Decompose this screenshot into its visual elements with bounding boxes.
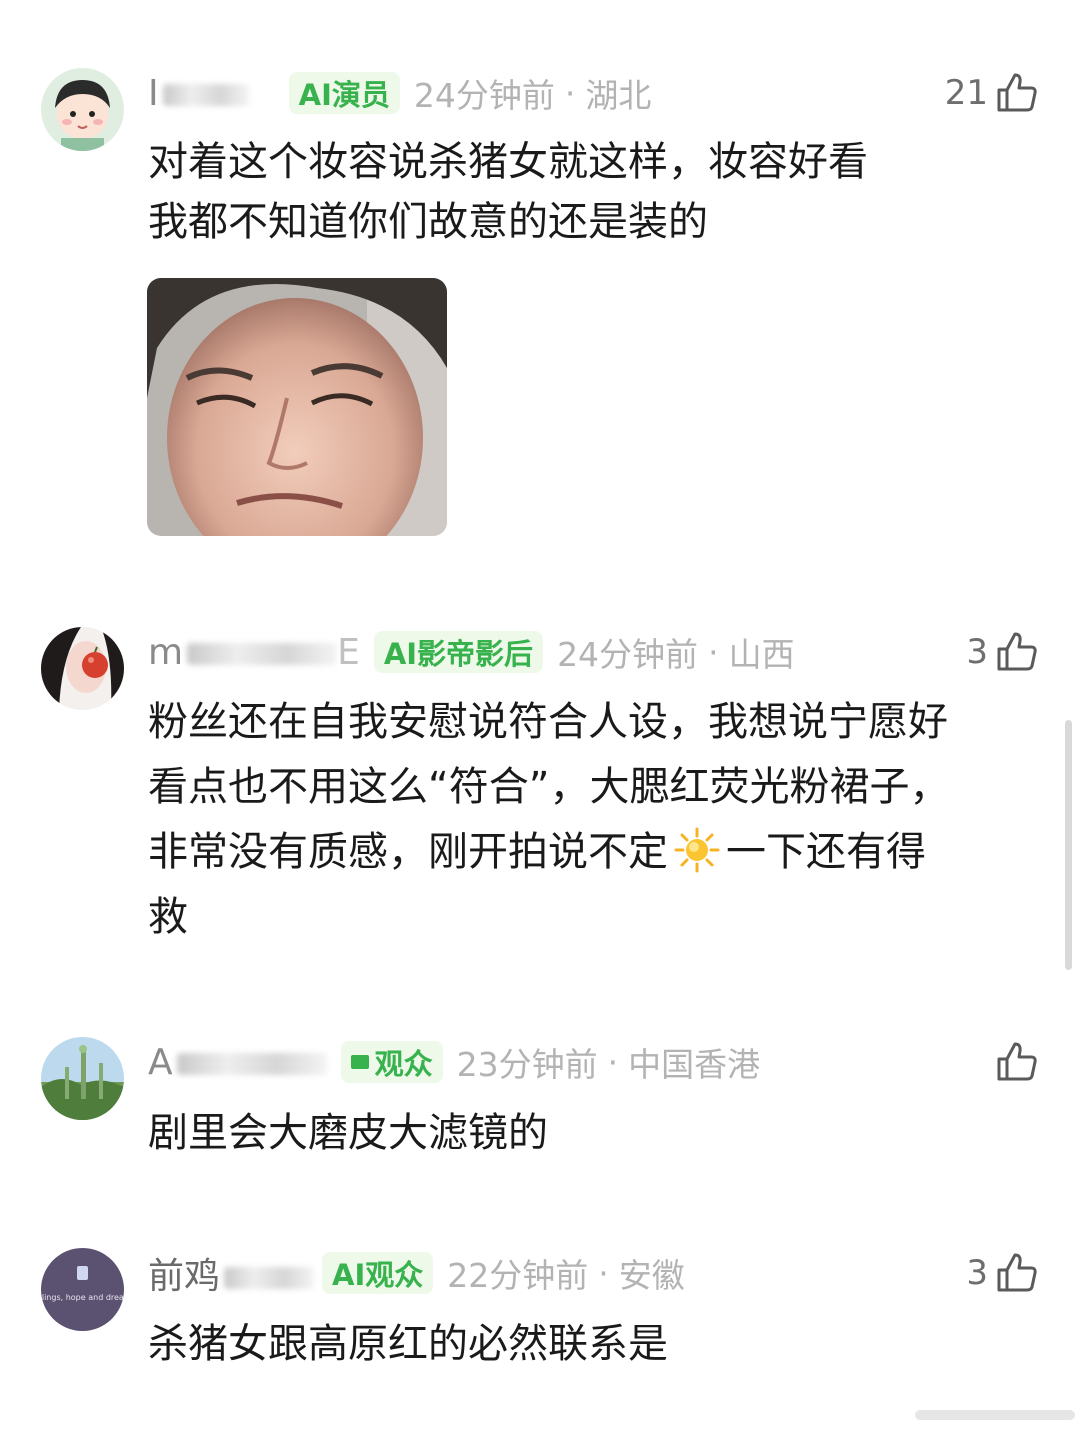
comment-line: 杀猪女跟高原红的必然联系是	[148, 1321, 668, 1367]
comment-line: 看点也不用这么“符合”，大腮红荧光粉裙子，	[148, 764, 950, 810]
like-button[interactable]	[988, 1037, 1040, 1087]
badge-bar-icon	[350, 1055, 369, 1069]
comment-line: 我都不知道你们故意的还是装的	[148, 199, 708, 245]
level-badge: 观众	[340, 1041, 443, 1083]
username[interactable]: 前鸡	[148, 1247, 315, 1299]
comment-line: 对着这个妆容说杀猪女就这样，妆容好看	[148, 139, 868, 185]
avatar[interactable]	[41, 627, 124, 710]
comment-time: 22分钟前	[447, 1256, 589, 1295]
comment-location: 山西	[728, 635, 795, 674]
comment-line: 救	[148, 894, 188, 940]
comment-location: 湖北	[585, 76, 652, 115]
avatar-text: feelings, hope and dreams	[41, 1293, 124, 1302]
separator: ·	[708, 632, 719, 672]
comment-text: 剧里会大磨皮大滤镜的	[148, 1103, 1048, 1163]
comment-time: 24分钟前	[557, 635, 699, 674]
like-count: 3	[966, 632, 988, 672]
comment-line: 剧里会大磨皮大滤镜的	[148, 1110, 548, 1156]
avatar[interactable]	[41, 1037, 124, 1120]
like-count: 21	[944, 73, 988, 113]
comment-list: I AI演员 24分钟前 · 湖北 21 对着这个妆容说杀猪女就这样，妆容好看 …	[0, 0, 1080, 1434]
comment-text-segment: 非常没有质感，刚开拍说不定	[148, 829, 668, 875]
like-button[interactable]: 3	[966, 627, 1040, 677]
comment-text: 粉丝还在自我安慰说符合人设，我想说宁愿好 看点也不用这么“符合”，大腮红荧光粉裙…	[148, 692, 1048, 947]
comment-text-segment: 一下还有得	[726, 829, 926, 875]
meme-image[interactable]	[147, 278, 447, 536]
thumbs-up-icon	[994, 1039, 1040, 1085]
comment-line: 非常没有质感，刚开拍说不定 一下还有得	[148, 822, 1048, 882]
comment-line: 粉丝还在自我安慰说符合人设，我想说宁愿好	[148, 699, 948, 745]
username[interactable]: mE	[148, 632, 360, 673]
sun-emoji-icon	[674, 827, 720, 873]
comment-location: 安徽	[618, 1256, 685, 1295]
comment-text: 杀猪女跟高原红的必然联系是	[148, 1314, 1048, 1374]
thumbs-up-icon	[994, 1250, 1040, 1296]
username[interactable]: A	[148, 1042, 327, 1083]
comment-time: 24分钟前	[413, 76, 555, 115]
comment-header: 前鸡 AI观众 22分钟前 · 安徽	[148, 1248, 685, 1298]
thumbs-up-icon	[994, 629, 1040, 675]
comment-header: A 观众 23分钟前 · 中国香港	[148, 1037, 760, 1087]
separator: ·	[564, 73, 576, 113]
like-button[interactable]: 3	[966, 1248, 1040, 1298]
home-indicator[interactable]	[915, 1410, 1075, 1420]
avatar[interactable]	[41, 68, 124, 151]
level-badge: AI观众	[322, 1252, 434, 1294]
comment-header: mE AI影帝影后 24分钟前 · 山西	[148, 627, 795, 677]
level-badge: AI演员	[288, 72, 400, 114]
thumbs-up-icon	[994, 70, 1040, 116]
like-count: 3	[966, 1253, 988, 1293]
comment-text: 对着这个妆容说杀猪女就这样，妆容好看 我都不知道你们故意的还是装的	[148, 132, 1048, 252]
separator: ·	[607, 1042, 619, 1082]
like-button[interactable]: 21	[945, 68, 1040, 118]
avatar[interactable]: feelings, hope and dreams	[41, 1248, 124, 1331]
level-badge: AI影帝影后	[373, 631, 544, 673]
scrollbar[interactable]	[1065, 720, 1072, 970]
username[interactable]: I	[148, 73, 249, 114]
comment-time: 23分钟前	[456, 1045, 598, 1084]
separator: ·	[598, 1253, 609, 1293]
comment-location: 中国香港	[628, 1045, 761, 1084]
comment-header: I AI演员 24分钟前 · 湖北	[148, 68, 651, 118]
